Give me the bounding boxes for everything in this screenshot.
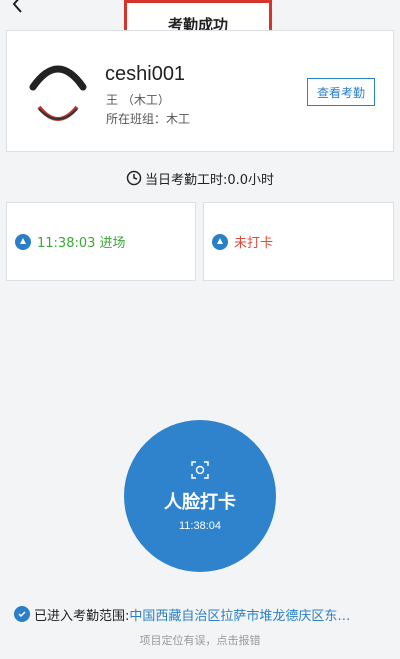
location-value[interactable]: 中国西藏自治区拉萨市堆龙德庆区东… (129, 605, 350, 624)
face-punch-button[interactable]: 人脸打卡 11:38:04 (124, 420, 276, 572)
report-error-link[interactable]: 项目定位有误，点击报错 (0, 632, 400, 650)
user-team: 所在班组：木工 (106, 112, 191, 126)
check-circle-icon (14, 606, 30, 622)
user-role: 王 （木工） (106, 93, 170, 107)
chevron-left-icon (12, 0, 22, 13)
punch-in-card: 11:38:03 进场 (6, 202, 196, 281)
location-pin-icon (212, 233, 228, 250)
work-hours: 当日考勤工时:0.0小时 (0, 168, 400, 188)
face-scan-icon (191, 461, 209, 479)
clock-icon (126, 170, 142, 186)
location-pin-icon (15, 233, 31, 250)
avatar (29, 57, 87, 127)
profile-card: ceshi001 王 （木工） 所在班组：木工 查看考勤 (6, 30, 394, 152)
punch-out-card: 未打卡 (203, 202, 394, 281)
view-attendance-button[interactable]: 查看考勤 (307, 78, 375, 106)
user-name: ceshi001 (105, 63, 186, 85)
face-punch-label: 人脸打卡 (164, 492, 236, 513)
work-hours-text: 当日考勤工时:0.0小时 (144, 172, 275, 188)
punch-out-text: 未打卡 (234, 236, 274, 251)
location-status: 已进入考勤范围: 中国西藏自治区拉萨市堆龙德庆区东… (14, 604, 394, 624)
face-punch-time: 11:38:04 (178, 520, 221, 532)
punch-in-text: 11:38:03 进场 (37, 236, 126, 251)
back-button[interactable] (6, 0, 30, 16)
location-label: 已进入考勤范围: (34, 608, 130, 624)
